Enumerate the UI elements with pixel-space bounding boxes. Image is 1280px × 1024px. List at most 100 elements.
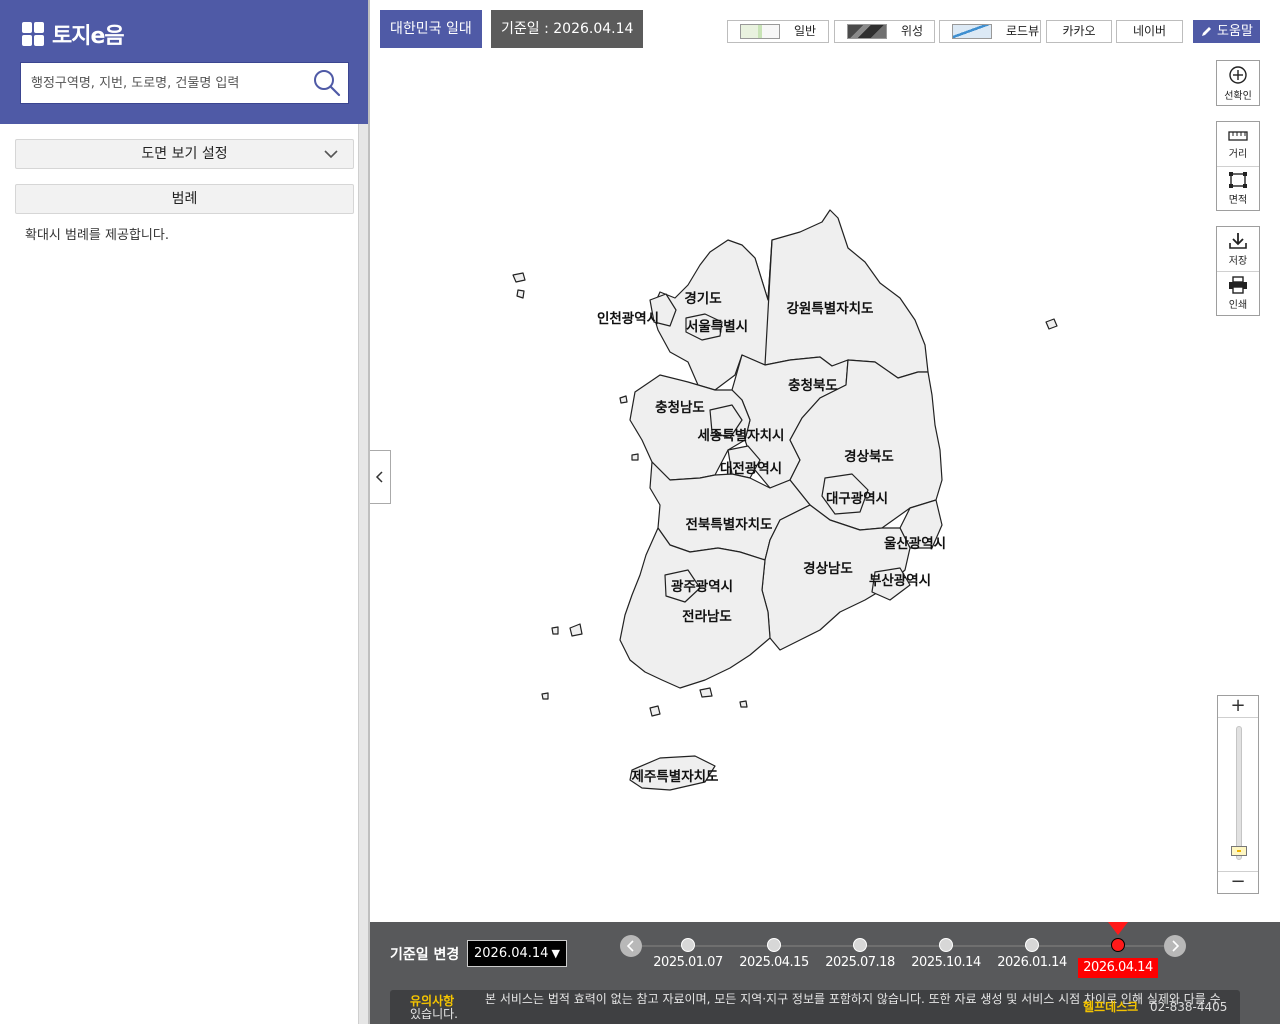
region-label[interactable]: 경상북도 (844, 448, 894, 465)
timeline-date-label: 2025.04.15 (739, 955, 809, 970)
helpdesk-phone: 02-838-4405 (1150, 1000, 1228, 1014)
region-label[interactable]: 강원특별자치도 (787, 300, 875, 317)
map-type-naver-button[interactable]: 네이버 (1116, 20, 1183, 43)
timeline-next-button[interactable] (1164, 935, 1186, 957)
region-label[interactable]: 울산광역시 (884, 535, 946, 552)
legend-note: 확대시 범례를 제공합니다. (25, 228, 169, 243)
logo-text: 토지e음 (52, 24, 125, 49)
zoom-slider-handle[interactable] (1231, 845, 1247, 856)
dropdown-arrow-icon: ▼ (551, 947, 560, 960)
timeline-bar: 기준일 변경 2026.04.14 ▼ 2025.01.07 2025.04.15… (370, 922, 1280, 1024)
region-label[interactable]: 광주광역시 (671, 578, 733, 595)
timeline-current-marker-icon (1108, 922, 1128, 935)
map-canvas[interactable]: 경기도 인천광역시 서울특별시 강원특별자치도 충청북도 충청남도 세종특별자치시 경상북도 대… (370, 0, 1280, 922)
timeline-point[interactable]: 2025.10.14 (903, 937, 989, 977)
region-label[interactable]: 경기도 (684, 290, 722, 307)
pencil-icon (1202, 27, 1212, 36)
island-southwest-2 (551, 626, 559, 635)
timeline-date-label: 2026.04.14 (1078, 958, 1158, 978)
legend-accordion[interactable]: 범례 (15, 184, 354, 214)
search-icon (314, 70, 341, 97)
region-label[interactable]: 충청북도 (788, 378, 838, 394)
timeline-dot-icon (767, 938, 781, 952)
date-select-value: 2026.04.14 (474, 946, 549, 961)
region-label[interactable]: 세종특별자치시 (698, 428, 785, 444)
region-label[interactable]: 전라남도 (682, 608, 732, 625)
region-label[interactable]: 서울특별시 (686, 318, 748, 335)
plus-circle-icon (1229, 65, 1247, 84)
left-header: 토지e음 (0, 0, 370, 124)
date-select[interactable]: 2026.04.14 ▼ (467, 940, 567, 967)
save-button[interactable]: 저장 (1217, 227, 1259, 271)
area-tool-button[interactable]: 면적 (1217, 166, 1259, 210)
search-input[interactable] (21, 63, 311, 103)
reference-date-label: 기준일 : 2026.04.14 (491, 10, 644, 48)
printer-icon (1229, 276, 1247, 294)
select-tool-button[interactable]: 선확인 (1217, 61, 1259, 105)
timeline-point[interactable]: 2026.04.14 (1075, 937, 1161, 978)
korea-map[interactable]: 경기도인천광역시 서울특별시강원특별자치도충청북도충청남도세종특별자치시경상북도대… (370, 0, 1280, 922)
view-settings-accordion[interactable]: 도면 보기 설정 (15, 139, 354, 169)
logo[interactable]: 토지e음 (22, 18, 125, 50)
island-south-2 (739, 700, 748, 708)
map-type-normal-button[interactable]: 일반 (727, 20, 829, 43)
collapse-panel-button[interactable] (370, 450, 391, 504)
distance-tool-button[interactable]: 거리 (1217, 122, 1259, 166)
region-label[interactable]: 충청남도 (655, 399, 705, 416)
map-type-satellite-button[interactable]: 위성 (834, 20, 935, 43)
output-toolbox: 저장 인쇄 (1216, 226, 1260, 316)
satellite-map-thumbnail-icon (847, 24, 887, 39)
map-type-roadview-label: 로드뷰 (1006, 24, 1040, 38)
island-baengnyeong (512, 272, 526, 283)
island-south-3 (541, 692, 549, 700)
region-label[interactable]: 대전광역시 (720, 460, 782, 477)
timeline-point[interactable]: 2025.04.15 (731, 937, 817, 977)
timeline-dot-icon (1111, 938, 1125, 952)
timeline-dot-icon (853, 938, 867, 952)
view-settings-label: 도면 보기 설정 (141, 146, 228, 162)
notice-bar: 유의사항 본 서비스는 법적 효력이 없는 참고 자료이며, 모든 지역·지구 … (390, 990, 1240, 1024)
island-south-4 (699, 687, 713, 698)
helpdesk: 헬프데스크 02-838-4405 (1083, 998, 1227, 1015)
print-button[interactable]: 인쇄 (1217, 271, 1259, 315)
timeline-point[interactable]: 2025.07.18 (817, 937, 903, 977)
map-type-kakao-button[interactable]: 카카오 (1046, 20, 1112, 43)
zoom-in-button[interactable]: + (1218, 696, 1258, 718)
timeline-date-label: 2025.10.14 (911, 955, 981, 970)
region-label[interactable]: 전북특별자치도 (686, 516, 774, 533)
timeline-point[interactable]: 2026.01.14 (989, 937, 1075, 977)
region-label[interactable]: 경상남도 (803, 560, 853, 577)
sidebar-scrollbar[interactable] (358, 124, 368, 1024)
timeline-dot-icon (939, 938, 953, 952)
chevron-down-icon (324, 150, 338, 159)
map-type-satellite-label: 위성 (901, 24, 924, 38)
region-label[interactable]: 부산광역시 (869, 572, 931, 589)
legend-label: 범례 (171, 191, 198, 207)
region-label[interactable]: 대구광역시 (826, 490, 888, 507)
print-label: 인쇄 (1228, 300, 1248, 311)
zoom-out-button[interactable]: − (1218, 871, 1258, 893)
search-button[interactable] (312, 68, 342, 98)
chevron-left-icon (375, 471, 383, 483)
map-type-normal-label: 일반 (794, 24, 817, 38)
select-toolbox: 선확인 (1216, 60, 1260, 106)
island-south-1 (649, 705, 661, 717)
search-box (20, 62, 349, 104)
timeline-point[interactable]: 2025.01.07 (645, 937, 731, 977)
area-label: 대한민국 일대 (380, 10, 482, 48)
ruler-icon (1228, 130, 1248, 141)
region-label[interactable]: 인천광역시 (597, 310, 659, 327)
timeline-prev-button[interactable] (620, 935, 642, 957)
left-panel: 토지e음 도면 보기 설정 범례 확대시 범례를 제공합니다. (0, 0, 370, 1024)
map-type-roadview-button[interactable]: 로드뷰 (939, 20, 1041, 43)
island-southwest-1 (569, 623, 583, 637)
save-label: 저장 (1228, 255, 1248, 267)
logo-mark-icon (22, 22, 44, 46)
download-icon (1229, 232, 1247, 249)
zoom-slider-track[interactable] (1236, 726, 1242, 860)
timeline-date-label: 2025.07.18 (825, 955, 895, 970)
help-button[interactable]: 도움말 (1193, 20, 1260, 43)
chevron-right-icon (1172, 940, 1180, 952)
region-label[interactable]: 제주특별자치도 (632, 769, 720, 785)
timeline-label: 기준일 변경 (390, 947, 460, 963)
